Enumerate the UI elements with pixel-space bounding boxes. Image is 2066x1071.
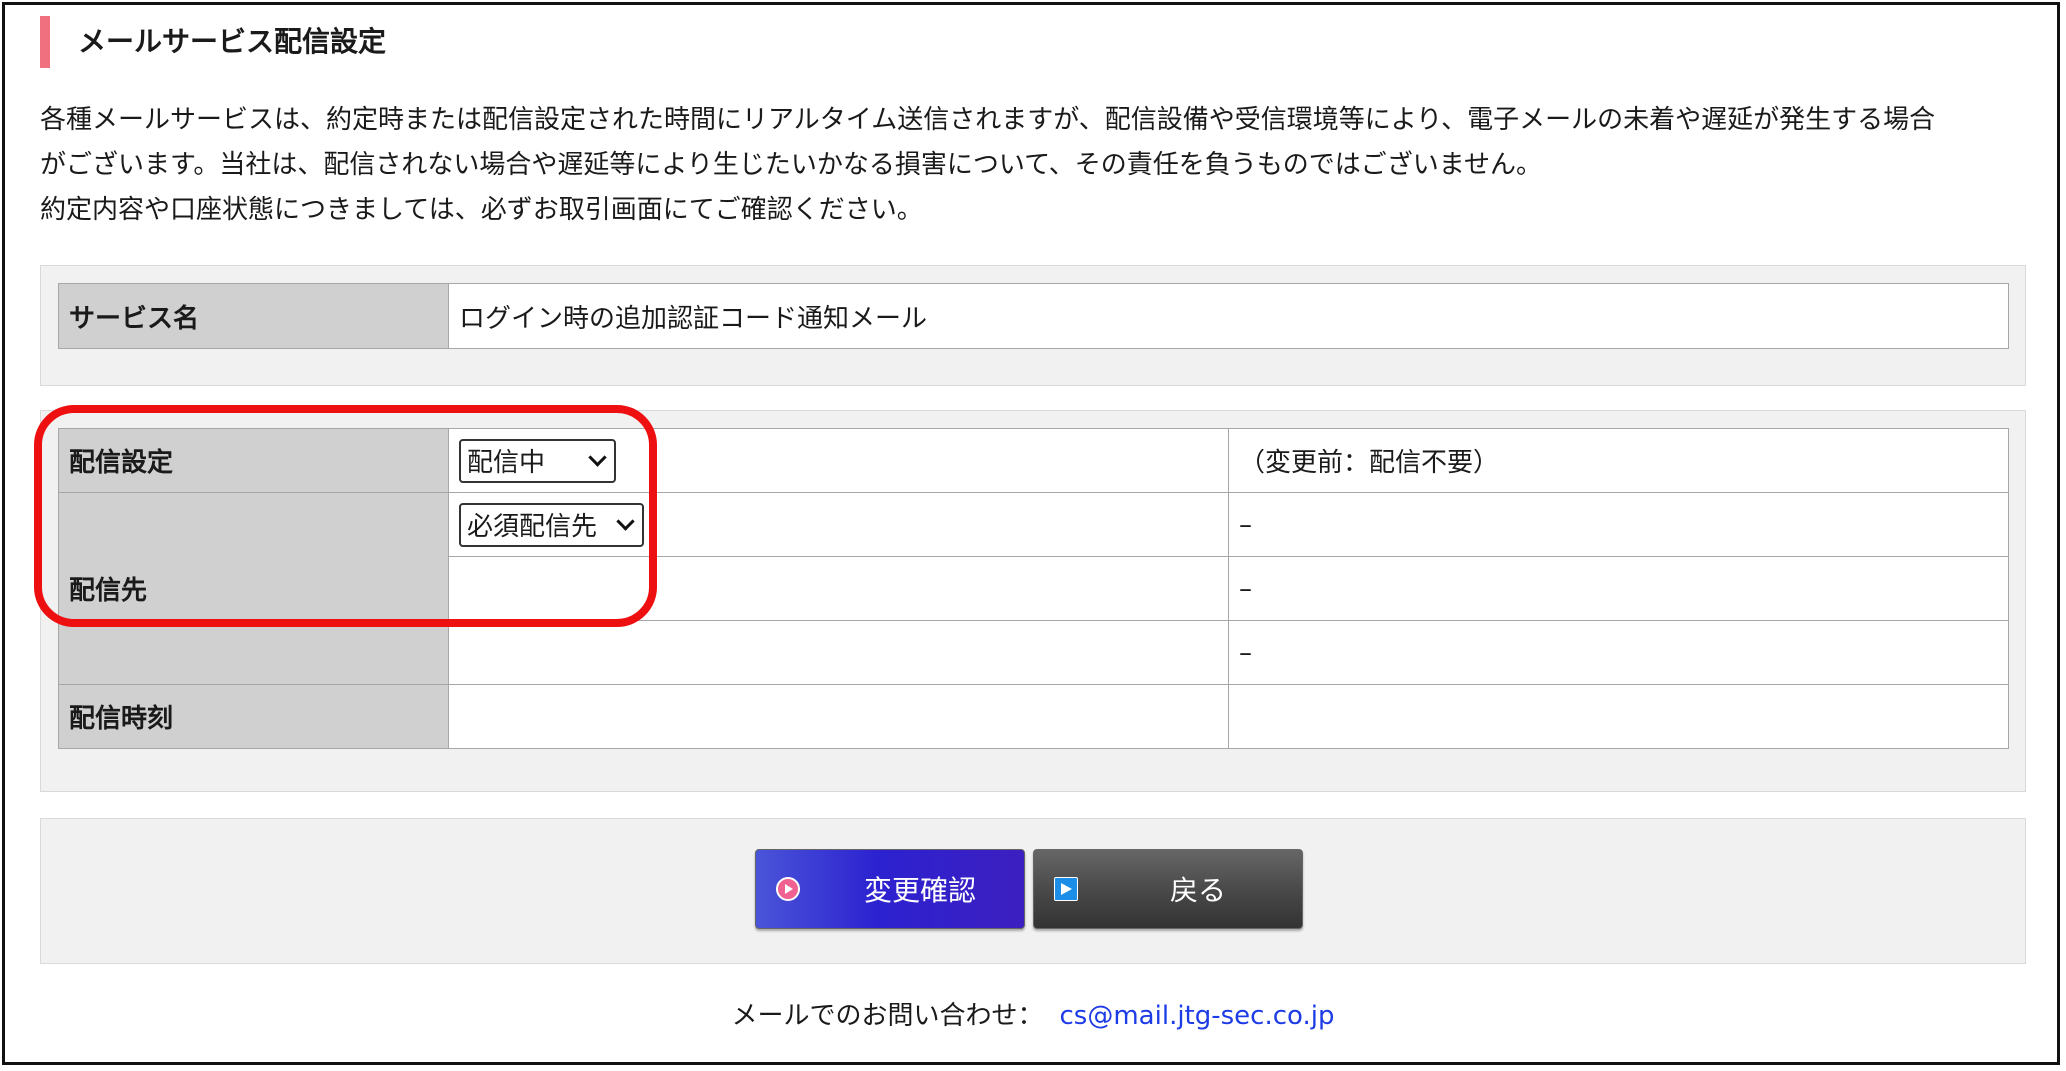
delivery-setting-value: 配信中 [467, 448, 546, 478]
delivery-time-cell [448, 684, 1229, 749]
delivery-time-row: 配信時刻 [58, 684, 2009, 749]
arrow-right-icon [1054, 877, 1078, 901]
destination-cell [448, 556, 1229, 621]
confirm-change-button[interactable]: 変更確認 [755, 849, 1025, 929]
notice-line: 各種メールサービスは、約定時または配信設定された時間にリアルタイム送信されますが… [40, 105, 1936, 135]
delivery-time-label: 配信時刻 [58, 684, 449, 749]
delivery-setting-previous: （変更前：配信不要） [1228, 428, 2009, 493]
delivery-time-previous [1228, 684, 2009, 749]
delivery-setting-cell: 配信中 [448, 428, 1229, 493]
settings-table: 配信設定 配信中 （変更前：配信不要） 配信先 必須配信先 – – – 配信時刻 [58, 428, 2009, 749]
notice-text: 各種メールサービスは、約定時または配信設定された時間にリアルタイム送信されますが… [40, 98, 2030, 233]
delivery-setting-select[interactable]: 配信中 [459, 438, 616, 483]
destination-value: 必須配信先 [467, 512, 598, 542]
destination-previous: – [1228, 556, 2009, 621]
delivery-setting-label: 配信設定 [58, 428, 449, 493]
delivery-setting-row: 配信設定 配信中 （変更前：配信不要） [58, 428, 2009, 493]
destination-select[interactable]: 必須配信先 [459, 502, 644, 547]
back-label: 戻る [1169, 874, 1226, 907]
destination-cell: 必須配信先 [448, 492, 1229, 557]
contact-email-link[interactable]: cs@mail.jtg-sec.co.jp [1060, 1001, 1335, 1031]
contact-line: メールでのお問い合わせ： cs@mail.jtg-sec.co.jp [0, 994, 2066, 1038]
page-title: メールサービス配信設定 [78, 25, 387, 58]
service-row: サービス名 ログイン時の追加認証コード通知メール [58, 283, 2009, 349]
service-name-value: ログイン時の追加認証コード通知メール [448, 283, 2009, 349]
contact-label: メールでのお問い合わせ： [731, 1001, 1044, 1031]
notice-line: がございます。当社は、配信されない場合や遅延等により生じたいかなる損害について、… [40, 150, 1543, 180]
chevron-down-icon [616, 512, 635, 531]
notice-line: 約定内容や口座状態につきましては、必ずお取引画面にてご確認ください。 [40, 195, 923, 225]
destination-cell [448, 620, 1229, 685]
chevron-down-icon [588, 448, 607, 467]
destination-previous: – [1228, 620, 2009, 685]
destination-label: 配信先 [58, 492, 449, 685]
play-icon [776, 877, 800, 901]
service-table: サービス名 ログイン時の追加認証コード通知メール [58, 283, 2009, 349]
service-name-label: サービス名 [58, 283, 449, 349]
confirm-change-label: 変更確認 [863, 874, 976, 907]
title-accent-bar [40, 16, 50, 68]
destination-row: 配信先 必須配信先 – [58, 492, 2009, 685]
destination-previous: – [1228, 492, 2009, 557]
back-button[interactable]: 戻る [1033, 849, 1303, 929]
